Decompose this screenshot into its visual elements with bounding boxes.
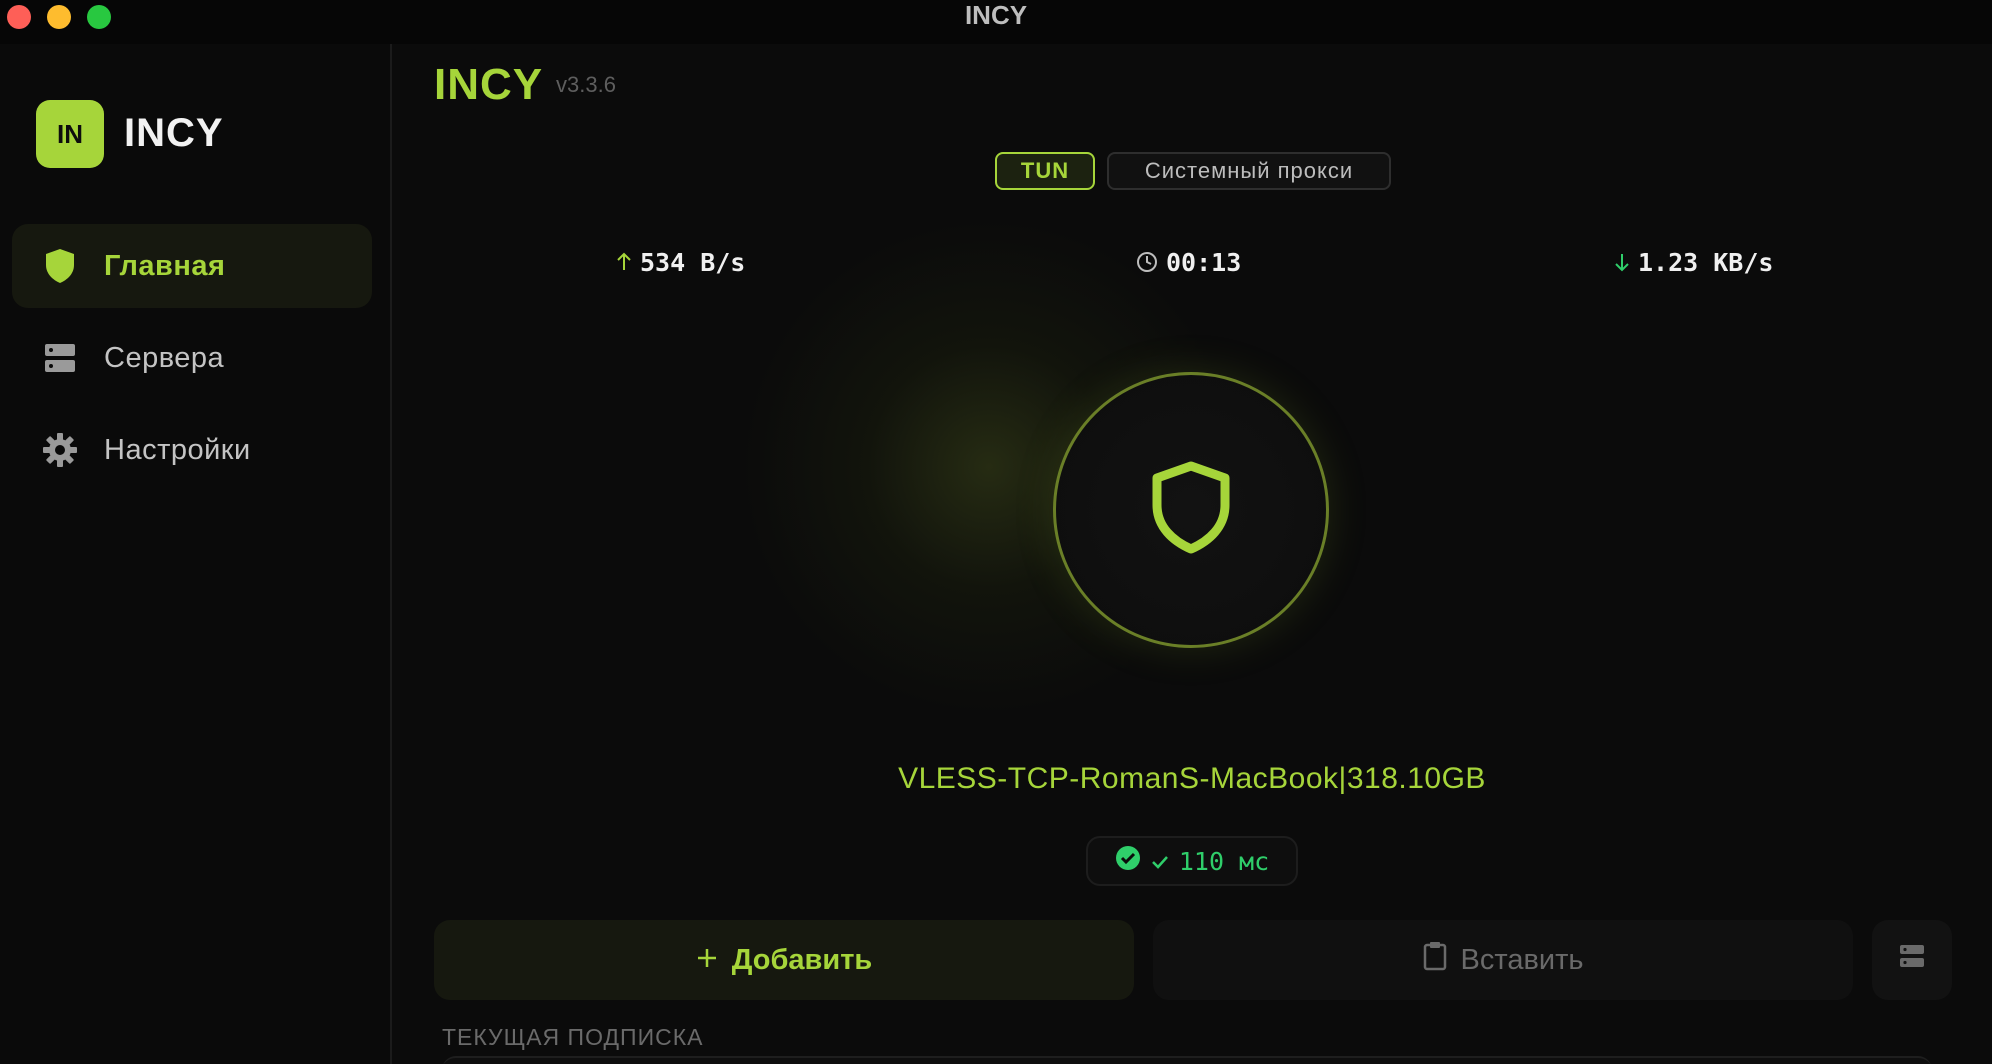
download-speed-value: 1.23 KB/s (1638, 247, 1774, 277)
sidebar-item-servers[interactable]: Сервера (12, 316, 372, 400)
check-icon (1151, 847, 1169, 876)
mode-toggle: TUN Системный прокси (995, 152, 1391, 190)
subscription-section-title: ТЕКУЩАЯ ПОДПИСКА (442, 1024, 704, 1050)
paste-button[interactable]: Вставить (1153, 920, 1853, 1000)
window-title: INCY (964, 0, 1028, 30)
connect-toggle-button[interactable] (1053, 372, 1329, 648)
sidebar: IN INCY Главная Сервера Настройки (0, 44, 392, 1064)
brand-name: INCY (124, 111, 224, 155)
main-panel: INCY v3.3.6 TUN Системный прокси 534 B/s… (392, 44, 1992, 1064)
servers-list-button[interactable] (1872, 920, 1952, 1000)
app-version: v3.3.6 (556, 72, 616, 97)
plus-icon (696, 944, 718, 977)
subscription-card[interactable] (442, 1056, 1932, 1064)
page-title: INCY (434, 60, 544, 109)
sidebar-item-label: Настройки (104, 433, 251, 466)
sidebar-item-home[interactable]: Главная (12, 224, 372, 308)
add-button[interactable]: Добавить (434, 920, 1134, 1000)
check-circle-icon (1115, 845, 1141, 877)
upload-speed: 534 B/s (616, 244, 745, 280)
sidebar-item-settings[interactable]: Настройки (12, 408, 372, 492)
connection-timer: 00:13 (1136, 244, 1241, 280)
title-bar: INCY (0, 0, 1992, 44)
upload-speed-value: 534 B/s (640, 247, 746, 277)
shield-icon (1151, 461, 1231, 559)
clipboard-icon (1423, 941, 1447, 979)
gear-icon (42, 432, 78, 468)
ping-value: 110 мс (1178, 846, 1270, 876)
ping-badge: 110 мс (1086, 836, 1298, 886)
app-logo: IN (36, 100, 104, 168)
connection-timer-value: 00:13 (1166, 247, 1242, 277)
server-icon (42, 340, 78, 376)
mode-tun-button[interactable]: TUN (995, 152, 1095, 190)
app-window: INCY IN INCY Главная Сервера Настройки I… (0, 0, 1992, 1064)
add-button-label: Добавить (731, 943, 873, 976)
sidebar-item-label: Сервера (104, 341, 225, 374)
shield-icon (42, 248, 78, 284)
server-icon (1899, 943, 1925, 977)
sidebar-item-label: Главная (104, 249, 226, 282)
current-server-name[interactable]: VLESS-TCP-RomanS-MacBook|318.10GB (392, 762, 1992, 796)
arrow-up-icon (616, 252, 632, 272)
arrow-down-icon (1614, 252, 1630, 272)
download-speed: 1.23 KB/s (1614, 244, 1773, 280)
mode-system-proxy-button[interactable]: Системный прокси (1107, 152, 1391, 190)
paste-button-label: Вставить (1460, 943, 1584, 976)
